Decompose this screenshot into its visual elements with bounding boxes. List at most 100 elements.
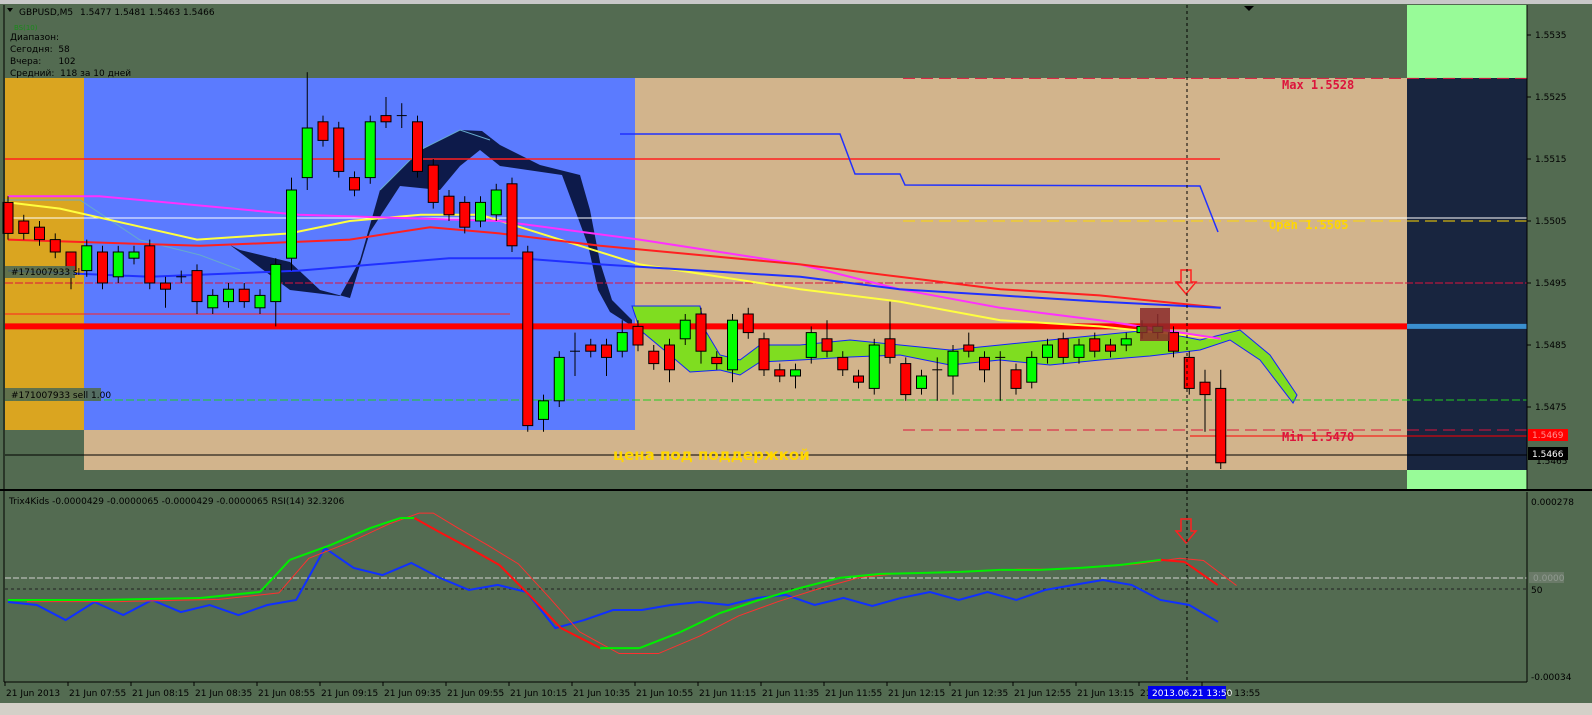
price-tick-label: 1.5495 (1535, 279, 1567, 289)
time-tick-label: 21 Jun 11:15 (699, 689, 756, 699)
chart-canvas[interactable]: GBPUSD,M5 1.5477 1.5481 1.5463 1.5466 BS… (0, 0, 1592, 715)
candle (522, 245, 534, 432)
current-price-tag-text: 1.5466 (1532, 450, 1564, 460)
price-tick-label: 1.5535 (1535, 31, 1567, 41)
min-level-label: Min 1.5470 (1282, 430, 1354, 444)
candle-body-bear (443, 195, 455, 216)
candle-body-bear (837, 356, 849, 371)
sell-order-label[interactable]: #171007933 sell 1.00 (11, 391, 111, 401)
candle (868, 338, 880, 395)
candle-body-bear (412, 121, 423, 172)
candle-body-bear (1057, 338, 1069, 358)
time-tick-label: 21 Jun 2013 (6, 689, 60, 699)
candle-body-bear (317, 121, 329, 141)
candle (506, 177, 518, 252)
time-tick-label: 21 Jun 12:15 (888, 689, 945, 699)
bs-indicator-label: BS(10) (14, 24, 38, 32)
support-note: цена под поддержкой (613, 446, 810, 464)
candle-body-bear (601, 344, 612, 358)
candle-body-bear (774, 369, 786, 377)
candle-body-bull (207, 294, 219, 309)
min-price-tag-text: 1.5469 (1532, 431, 1564, 441)
candle (286, 177, 297, 271)
today-range: Сегодня: 58 (10, 45, 70, 55)
lightgreen-zone-top (1407, 5, 1527, 78)
candle-body-bull (81, 245, 93, 272)
candle-body-bear (1105, 344, 1116, 352)
open-level-label: Open 1.5505 (1269, 218, 1348, 232)
price-tick-label: 1.5505 (1535, 217, 1567, 227)
zero-tag-text: 0.0000 (1533, 574, 1565, 584)
time-tick-label: 21 Jun 12:55 (1014, 689, 1071, 699)
candle (364, 115, 376, 184)
candle-body-bear (900, 363, 912, 396)
stop-loss-label[interactable]: #171007933 sl (11, 268, 80, 278)
sub-axis-bottom: -0.00034 (1531, 673, 1572, 683)
candle (758, 332, 770, 376)
price-tick-label: 1.5515 (1535, 155, 1567, 165)
candle-body-bear (18, 220, 30, 234)
candle (427, 159, 439, 209)
candle-body-bull (128, 251, 140, 259)
time-tick-label: 21 Jun 08:15 (132, 689, 189, 699)
candle-body-bear (979, 356, 990, 371)
candle-body-bear (1199, 381, 1211, 396)
time-tick-label: 21 Jun 09:55 (447, 689, 504, 699)
max-level-label: Max 1.5528 (1282, 78, 1354, 92)
candle-body-bear (664, 344, 675, 371)
candle-body-bull (916, 375, 927, 389)
candle-body-bull (727, 319, 738, 371)
candle-body-bear (34, 226, 45, 241)
candle-body-bear (632, 325, 644, 346)
candle-body-bull (1120, 338, 1132, 346)
candle (900, 357, 912, 401)
yesterday-range: Вчера: 102 (10, 57, 76, 67)
candle (144, 239, 156, 290)
time-tick-label: 21 Jun 10:15 (510, 689, 567, 699)
subwindow-label: Trix4Kids -0.0000429 -0.0000065 -0.00004… (8, 497, 345, 507)
blue-zone (84, 78, 635, 430)
candle-body-bear (380, 115, 392, 123)
cursor-time-text: 2013.06.21 13:50 (1152, 689, 1233, 699)
price-tick-label: 1.5485 (1535, 341, 1567, 351)
time-tick-label: 21 Jun 07:55 (69, 689, 126, 699)
candle-body-bear (711, 356, 723, 365)
candle (553, 351, 565, 407)
time-tick-label: 21 Jun 09:35 (384, 689, 441, 699)
candle-body-bear (821, 338, 833, 352)
time-tick-label: 21 Jun 10:35 (573, 689, 630, 699)
candle-body-bull (254, 294, 266, 309)
time-tick-label: 21 Jun 11:35 (762, 689, 819, 699)
ohlc-values: 1.5477 1.5481 1.5463 1.5466 (80, 8, 215, 18)
price-tick-label: 1.5525 (1535, 93, 1567, 103)
sub-axis-top: 0.000278 (1531, 498, 1574, 508)
candle-body-bear (1089, 338, 1101, 352)
candle-body-bull (270, 263, 282, 303)
candle-body-bear (1215, 387, 1227, 464)
time-tick-label: 21 Jun 08:35 (195, 689, 252, 699)
candle-body-bear (349, 177, 360, 191)
range-label: Диапазон: (10, 33, 59, 43)
candle-body-bull (286, 189, 297, 259)
bottom-frame (0, 703, 1592, 715)
time-tick-label: 21 Jun 13:15 (1077, 689, 1134, 699)
candle-body-bear (144, 245, 156, 284)
candle-body-bear (884, 338, 896, 358)
candle-body-bear (758, 338, 770, 371)
candle-body-bull (112, 251, 124, 278)
candle (412, 115, 423, 178)
candle-body-bear (459, 201, 471, 228)
highlight-box (1140, 308, 1170, 341)
lightgreen-zone-bottom (1407, 470, 1527, 490)
candle-body-bear (49, 239, 61, 253)
candle-body-bull (1026, 356, 1038, 383)
candle-body-bear (506, 183, 518, 247)
trix-segment (880, 572, 920, 575)
candle (1183, 351, 1195, 395)
price-tick-label: 1.5475 (1535, 403, 1567, 413)
candle-body-bear (191, 270, 203, 303)
candle-body-bear (238, 288, 250, 303)
trix-segment (919, 570, 961, 575)
time-tick-label: 21 Jun 10:55 (636, 689, 693, 699)
candle-body-bull (947, 350, 959, 377)
